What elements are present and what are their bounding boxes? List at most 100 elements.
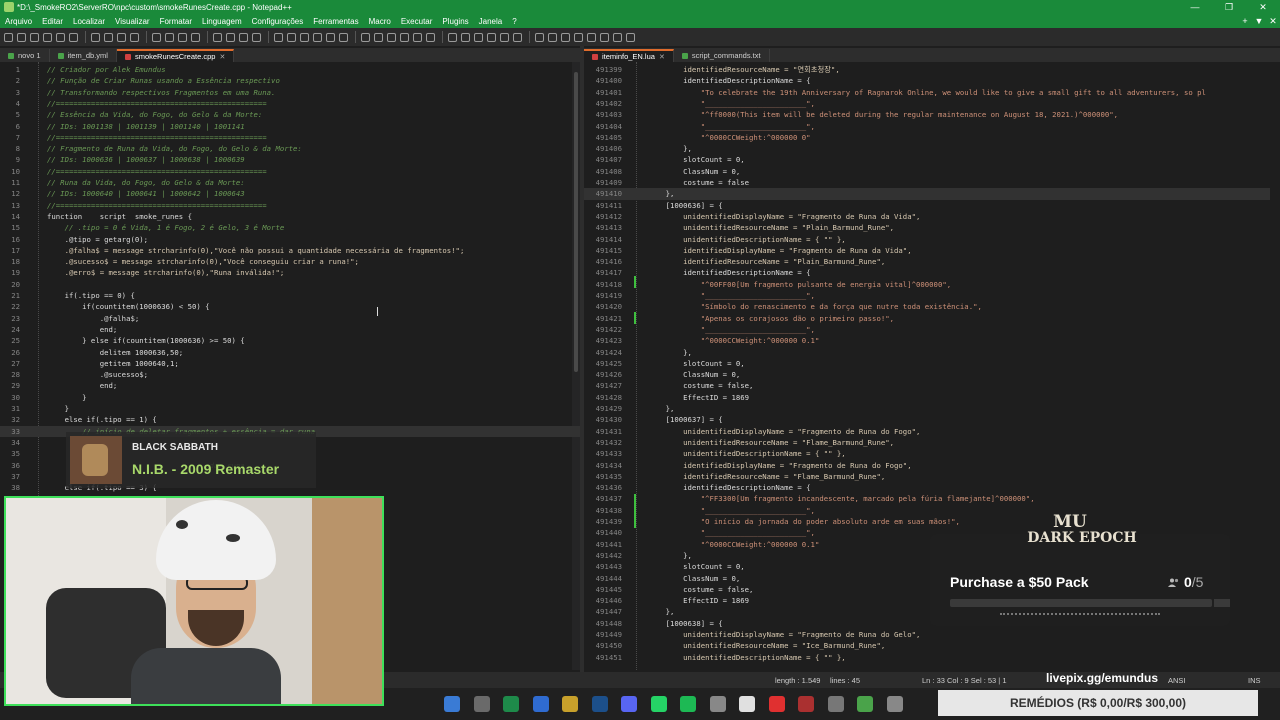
toolbar-button-icon[interactable] [535,32,544,42]
toolbar-button-icon[interactable] [117,32,126,42]
menu-control-0[interactable]: + [1238,16,1252,26]
menu-item-10[interactable]: Plugins [437,17,473,26]
toolbar-button-icon[interactable] [191,32,200,42]
taskbar-app-icon[interactable] [827,696,844,712]
toolbar-button-icon[interactable] [448,32,457,42]
toolbar-button-icon[interactable] [178,32,187,42]
toolbar-button-icon[interactable] [30,32,39,42]
toolbar-button-icon[interactable] [361,32,370,42]
toolbar-button-icon[interactable] [165,32,174,42]
minimize-button[interactable]: — [1178,2,1212,12]
text-cursor-icon [377,307,383,316]
toolbar-button-icon[interactable] [426,32,435,42]
toolbar-button-icon[interactable] [626,32,635,42]
line-text: slotCount = 0, [648,358,745,368]
taskbar-app-icon[interactable] [650,696,667,712]
menu-item-1[interactable]: Editar [37,17,68,26]
code-line: 491417 identifiedDescriptionName = { [584,267,1270,278]
toolbar-button-icon[interactable] [252,32,261,42]
menu-item-9[interactable]: Executar [396,17,438,26]
taskbar-app-icon[interactable] [503,696,519,712]
toolbar-button-icon[interactable] [387,32,396,42]
toolbar-button-icon[interactable] [130,32,139,42]
taskbar-app-icon[interactable] [680,696,696,712]
menu-control-1[interactable]: ▼ [1252,16,1266,26]
toolbar-button-icon[interactable] [43,32,52,42]
toolbar-button-icon[interactable] [4,32,13,42]
tab-left-tabs-1[interactable]: item_db.yml [50,49,117,62]
menu-item-11[interactable]: Janela [474,17,508,26]
taskbar-app-icon[interactable] [532,696,549,712]
toolbar-button-icon[interactable] [400,32,409,42]
menu-item-0[interactable]: Arquivo [0,17,37,26]
line-number: 491448 [595,618,622,628]
menu-item-5[interactable]: Linguagem [197,17,247,26]
toolbar-button-icon[interactable] [374,32,383,42]
taskbar-app-icon[interactable] [562,696,578,712]
taskbar-app-icon[interactable] [444,696,460,712]
line-number: 491403 [595,110,622,120]
taskbar-app-icon[interactable] [709,696,726,712]
toolbar-button-icon[interactable] [474,32,483,42]
menu-item-2[interactable]: Localizar [68,17,110,26]
tab-left-tabs-0[interactable]: novo 1 [0,49,50,62]
toolbar-button-icon[interactable] [239,32,248,42]
menu-item-7[interactable]: Ferramentas [308,17,363,26]
toolbar-button-icon[interactable] [513,32,522,42]
toolbar-button-icon[interactable] [274,32,283,42]
menu-item-3[interactable]: Visualizar [110,17,155,26]
toolbar-button-icon[interactable] [287,32,296,42]
toolbar-button-icon[interactable] [413,32,422,42]
maximize-button[interactable]: ❐ [1212,2,1246,13]
taskbar-app-icon[interactable] [739,696,755,712]
toolbar-button-icon[interactable] [587,32,596,42]
toolbar-button-icon[interactable] [500,32,509,42]
code-line: 491402 "_______________________", [584,98,1270,109]
menu-item-12[interactable]: ? [507,17,521,26]
taskbar-app-icon[interactable] [591,696,608,712]
tab-right-tabs-0[interactable]: iteminfo_EN.lua ✕ [584,49,674,62]
line-text: //======================================… [47,166,267,176]
toolbar-button-icon[interactable] [548,32,557,42]
menu-control-2[interactable]: ✕ [1266,16,1280,27]
menu-item-4[interactable]: Formatar [155,17,197,26]
tab-close-icon[interactable]: ✕ [219,53,225,61]
toolbar-button-icon[interactable] [487,32,496,42]
toolbar-button-icon[interactable] [213,32,222,42]
toolbar-button-icon[interactable] [613,32,622,42]
toolbar-button-icon[interactable] [56,32,65,42]
toolbar-button-icon[interactable] [339,32,348,42]
users-icon [1168,578,1179,587]
game-logo-mu: MU [1053,512,1087,532]
toolbar-button-icon[interactable] [91,32,100,42]
taskbar-app-icon[interactable] [857,696,873,712]
tab-close-icon[interactable]: ✕ [659,53,665,61]
toolbar-button-icon[interactable] [104,32,113,42]
tab-left-tabs-2[interactable]: smokeRunesCreate.cpp ✕ [116,49,235,62]
line-text: "To celebrate the 19th Anniversary of Ra… [648,87,1206,97]
toolbar-button-icon[interactable] [461,32,470,42]
menu-item-8[interactable]: Macro [364,17,396,26]
toolbar-button-icon[interactable] [561,32,570,42]
toolbar-button-icon[interactable] [17,32,26,42]
toolbar-button-icon[interactable] [300,32,309,42]
line-number: 491425 [595,358,622,368]
taskbar-app-icon[interactable] [621,696,637,712]
toolbar-button-icon[interactable] [152,32,161,42]
taskbar-app-icon[interactable] [768,696,785,712]
taskbar-app-icon[interactable] [886,696,903,712]
line-number: 36 [11,460,20,470]
menu-item-6[interactable]: Configurações [247,17,309,26]
toolbar-button-icon[interactable] [69,32,78,42]
line-number: 30 [11,392,20,402]
taskbar-app-icon[interactable] [798,696,814,712]
toolbar-button-icon[interactable] [574,32,583,42]
line-text: function script smoke_runes { [47,211,192,221]
toolbar-button-icon[interactable] [226,32,235,42]
toolbar-button-icon[interactable] [313,32,322,42]
tab-right-tabs-1[interactable]: script_commands.txt [674,49,770,62]
close-window-button[interactable]: ✕ [1246,2,1280,13]
toolbar-button-icon[interactable] [326,32,335,42]
toolbar-button-icon[interactable] [600,32,609,42]
taskbar-app-icon[interactable] [473,696,490,712]
